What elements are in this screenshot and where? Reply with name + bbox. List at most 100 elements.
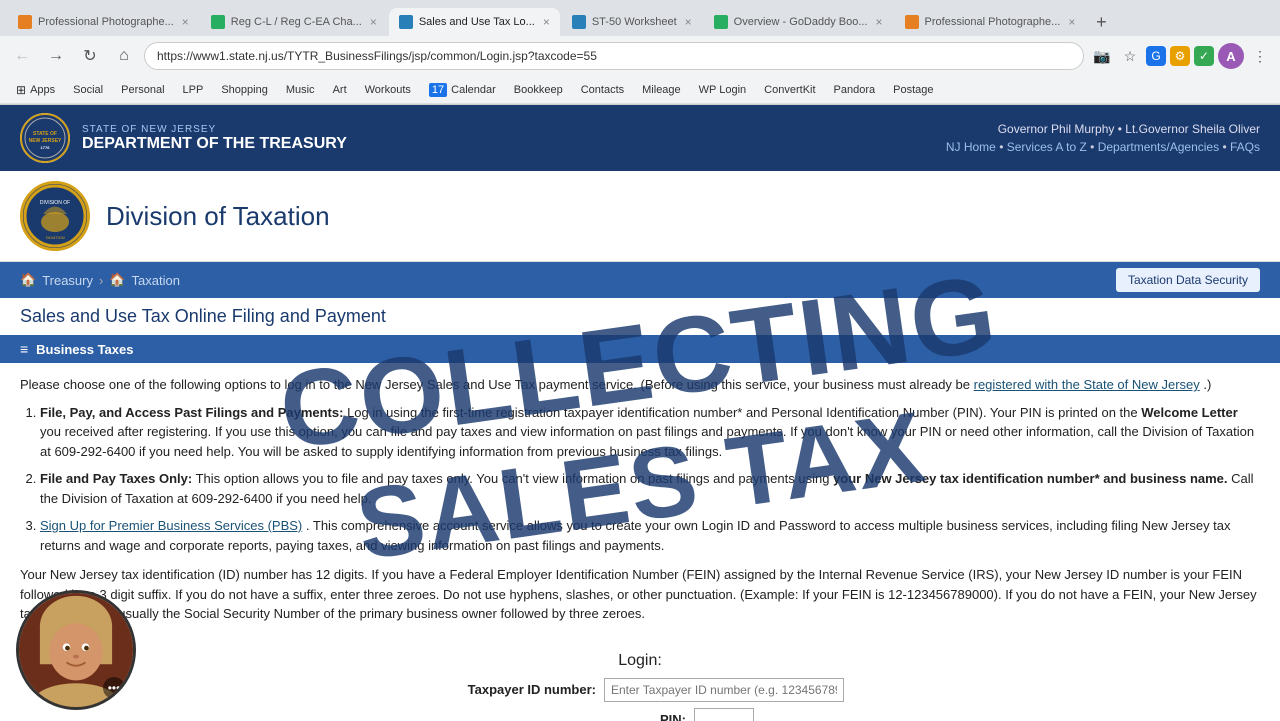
extension-icon-2[interactable]: ⚙ [1170,46,1190,66]
tab-2-favicon [211,15,225,29]
tab-1-close[interactable]: × [182,15,189,29]
bookmark-personal-label: Personal [121,84,164,96]
tab-1-favicon [18,15,32,29]
tab-4-close[interactable]: × [685,15,692,29]
bookmark-personal[interactable]: Personal [113,82,172,98]
tab-1[interactable]: Professional Photographe... × [8,8,199,36]
home-button[interactable]: ⌂ [110,42,138,70]
tab-2[interactable]: Reg C-L / Reg C-EA Cha... × [201,8,387,36]
back-button[interactable]: ← [8,42,36,70]
departments-link[interactable]: Departments/Agencies [1098,140,1219,154]
tab-5-label: Overview - GoDaddy Boo... [734,16,868,28]
bookmark-pandora[interactable]: Pandora [826,82,884,98]
option-1-text: Log in using the first-time registration… [347,405,1141,420]
faqs-link[interactable]: FAQs [1230,140,1260,154]
bookmark-music-label: Music [286,84,315,96]
pbs-signup-link[interactable]: Sign Up for Premier Business Services (P… [40,518,302,533]
treasury-breadcrumb-link[interactable]: Treasury [42,273,93,288]
calendar-icon: 17 [429,83,447,97]
bookmark-calendar[interactable]: 17 Calendar [421,81,504,99]
taxation-breadcrumb-link[interactable]: Taxation [132,273,180,288]
address-bar[interactable]: https://www1.state.nj.us/TYTR_BusinessFi… [144,42,1084,70]
bookmark-social-label: Social [73,84,103,96]
home-icon: 🏠 [20,272,36,288]
registered-link[interactable]: registered with the State of New Jersey [974,377,1200,392]
tab-6-favicon [905,15,919,29]
svg-text:DIVISION OF: DIVISION OF [40,200,70,206]
bookmark-postage[interactable]: Postage [885,82,941,98]
webcam-more-button[interactable]: ••• [103,677,125,699]
bookmark-workouts[interactable]: Workouts [357,82,419,98]
header-links: NJ Home • Services A to Z • Departments/… [946,140,1260,154]
camera-icon[interactable]: 📷 [1090,44,1114,68]
extension-icon-1[interactable]: G [1146,46,1166,66]
login-title: Login: [20,652,1260,670]
bookmark-workouts-label: Workouts [365,84,411,96]
tab-3-active[interactable]: Sales and Use Tax Lo... × [389,8,560,36]
tab-4[interactable]: ST-50 Worksheet × [562,8,702,36]
breadcrumb-separator: › [99,273,103,288]
bookmark-contacts-label: Contacts [581,84,624,96]
bookmark-lpp[interactable]: LPP [175,82,212,98]
bookmark-shopping[interactable]: Shopping [213,82,276,98]
extension-icon-3[interactable]: ✓ [1194,46,1214,66]
list-icon: ≡ [20,341,28,357]
bookmark-music[interactable]: Music [278,82,323,98]
page-title-bar: Sales and Use Tax Online Filing and Paym… [0,298,1280,335]
tab-2-close[interactable]: × [370,15,377,29]
home-icon-2: 🏠 [109,272,125,288]
bookmark-mileage[interactable]: Mileage [634,82,689,98]
intro-paragraph: Please choose one of the following optio… [20,375,1260,395]
tab-6-close[interactable]: × [1068,15,1075,29]
forward-button[interactable]: → [42,42,70,70]
bookmark-star-icon[interactable]: ☆ [1118,44,1142,68]
bookmark-bookkeep[interactable]: Bookkeep [506,82,571,98]
navigation-bar: ← → ↻ ⌂ https://www1.state.nj.us/TYTR_Bu… [0,36,1280,76]
bookmark-shopping-label: Shopping [221,84,268,96]
nj-logo-area: STATE OF NEW JERSEY 1776 STATE OF NEW JE… [20,113,347,163]
tab-4-favicon [572,15,586,29]
intro-text-2: .) [1203,377,1211,392]
bookmark-calendar-label: Calendar [451,84,496,96]
option-1-title: File, Pay, and Access Past Filings and P… [40,405,343,420]
option-1-text2: you received after registering. If you u… [40,424,790,439]
option-3: Sign Up for Premier Business Services (P… [40,516,1260,555]
reload-button[interactable]: ↻ [76,42,104,70]
menu-icon[interactable]: ⋮ [1248,44,1272,68]
bookmark-postage-label: Postage [893,84,933,96]
pin-row: PIN: [20,708,1260,721]
tab-bar: Professional Photographe... × Reg C-L / … [0,0,1280,36]
login-section: Login: Taxpayer ID number: PIN: -OR- Tax… [0,644,1280,721]
bookmark-apps[interactable]: ⊞ Apps [8,81,63,99]
bookmark-convertkit[interactable]: ConvertKit [756,82,823,98]
tab-6[interactable]: Professional Photographe... × [895,8,1086,36]
taxation-data-security-button[interactable]: Taxation Data Security [1116,268,1260,292]
bookmark-lpp-label: LPP [183,84,204,96]
bookmark-social[interactable]: Social [65,82,111,98]
profile-avatar[interactable]: A [1218,43,1244,69]
tab-3-label: Sales and Use Tax Lo... [419,16,535,28]
new-tab-button[interactable]: + [1087,8,1115,36]
bookmark-art-label: Art [333,84,347,96]
taxpayer-id-input[interactable] [604,678,844,702]
option-2-text: This option allows you to file and pay t… [40,471,1254,506]
nj-home-link[interactable]: NJ Home [946,140,996,154]
bookmark-art[interactable]: Art [325,82,355,98]
division-seal: DIVISION OF TAXATION [20,181,90,251]
services-link[interactable]: Services A to Z [1007,140,1087,154]
tab-2-label: Reg C-L / Reg C-EA Cha... [231,16,362,28]
tab-3-close[interactable]: × [543,15,550,29]
browser-chrome: Professional Photographe... × Reg C-L / … [0,0,1280,105]
bookmark-contacts[interactable]: Contacts [573,82,632,98]
option-2-title: File and Pay Taxes Only: [40,471,192,486]
section-tab-bar: ≡ Business Taxes [0,335,1280,363]
tab-4-label: ST-50 Worksheet [592,16,677,28]
page-title: Sales and Use Tax Online Filing and Paym… [20,306,1260,327]
nj-title-block: STATE OF NEW JERSEY DEPARTMENT OF THE TR… [82,124,347,153]
tab-5-close[interactable]: × [876,15,883,29]
tab-5[interactable]: Overview - GoDaddy Boo... × [704,8,893,36]
dot-sep-1: • [999,140,1007,154]
bookmark-wplogin[interactable]: WP Login [691,82,755,98]
tax-id-note: Your New Jersey tax identification (ID) … [20,565,1260,624]
pin-input[interactable] [694,708,754,721]
